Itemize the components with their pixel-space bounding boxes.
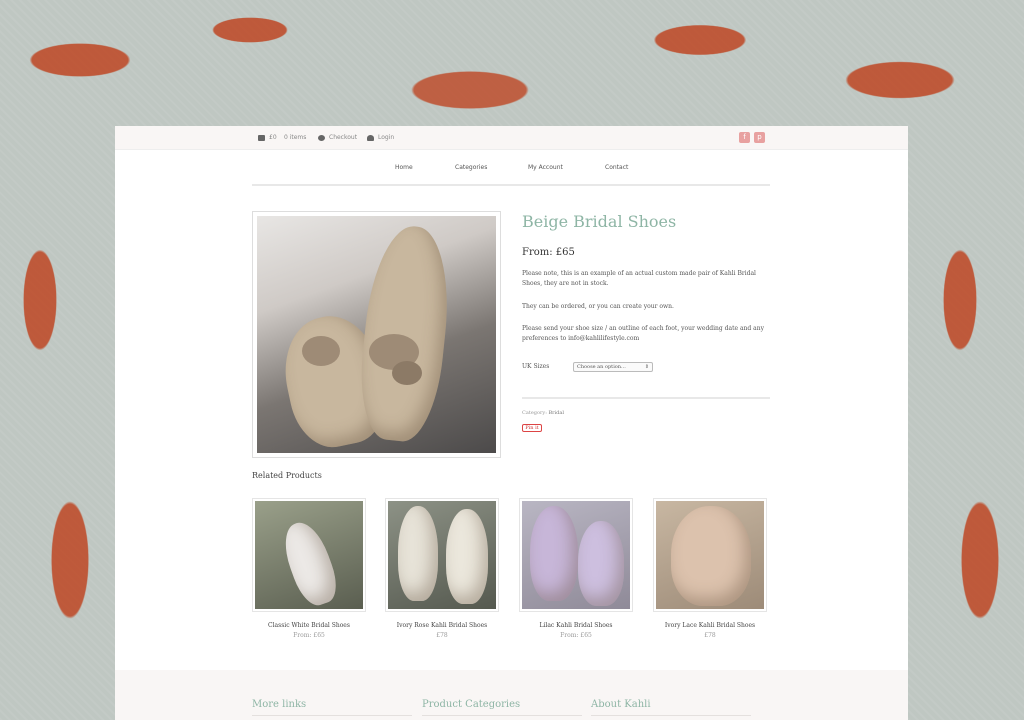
related-product-name[interactable]: Ivory Lace Kahli Bridal Shoes (653, 622, 767, 629)
nav-categories[interactable]: Categories (455, 164, 487, 171)
login-label: Login (378, 134, 395, 141)
product-price: From: £65 (522, 247, 575, 258)
nav-my-account[interactable]: My Account (528, 164, 563, 171)
related-product-name[interactable]: Lilac Kahli Bridal Shoes (519, 622, 633, 629)
page-container: £0 0 items Checkout Login f p Home Categ… (115, 126, 908, 720)
category-label: Category: (522, 410, 547, 416)
related-product-image[interactable] (653, 498, 767, 612)
pinterest-icon[interactable]: p (754, 132, 765, 143)
product-desc-2: They can be ordered, or you can create y… (522, 303, 674, 310)
meta-divider (522, 397, 770, 399)
checkout-link[interactable]: Checkout (318, 134, 357, 141)
related-product-image[interactable] (252, 498, 366, 612)
size-select-value: Choose an option... (577, 364, 626, 370)
user-icon (367, 134, 374, 141)
product-desc-3: Please send your shoe size / an outline … (522, 325, 764, 342)
size-select[interactable]: Choose an option... ⇕ (573, 362, 653, 372)
checkout-label: Checkout (329, 134, 358, 141)
related-product-image[interactable] (385, 498, 499, 612)
related-product-3[interactable]: Lilac Kahli Bridal Shoes From: £65 (519, 498, 633, 639)
footer: More links Product Categories About Kahl… (115, 670, 908, 720)
related-product-price: £78 (436, 632, 448, 639)
nav-divider (252, 184, 770, 186)
product-title: Beige Bridal Shoes (522, 212, 677, 231)
product-photo (257, 216, 496, 453)
facebook-icon[interactable]: f (739, 132, 750, 143)
category-meta: Category: Bridal (522, 410, 564, 416)
related-product-4[interactable]: Ivory Lace Kahli Bridal Shoes £78 (653, 498, 767, 639)
product-image[interactable] (252, 211, 501, 458)
footer-more-links: More links (252, 699, 307, 710)
related-product-price: £78 (704, 632, 716, 639)
chevron-down-icon: ⇕ (644, 364, 649, 370)
pin-it-button[interactable]: Pin it (522, 424, 542, 432)
footer-product-categories: Product Categories (422, 699, 521, 710)
related-products-title: Related Products (252, 471, 322, 480)
gear-icon (318, 134, 325, 141)
related-product-name[interactable]: Ivory Rose Kahli Bridal Shoes (385, 622, 499, 629)
related-product-price: From: £65 (560, 632, 592, 639)
main-nav: Home Categories My Account Contact (115, 164, 908, 186)
cart-items-link[interactable]: 0 items (284, 134, 306, 141)
cart-amount: £0 (269, 134, 277, 141)
nav-contact[interactable]: Contact (605, 164, 628, 171)
category-link[interactable]: Bridal (548, 410, 563, 416)
cart-link[interactable]: £0 (258, 134, 277, 141)
related-product-2[interactable]: Ivory Rose Kahli Bridal Shoes £78 (385, 498, 499, 639)
size-label: UK Sizes (522, 363, 550, 370)
cart-items: 0 items (284, 134, 307, 141)
cart-icon (258, 134, 265, 141)
top-bar: £0 0 items Checkout Login f p (115, 126, 908, 150)
nav-home[interactable]: Home (395, 164, 413, 171)
related-product-price: From: £65 (293, 632, 325, 639)
footer-about: About Kahli (591, 699, 651, 710)
product-desc-1: Please note, this is an example of an ac… (522, 270, 756, 287)
login-link[interactable]: Login (367, 134, 394, 141)
related-product-name[interactable]: Classic White Bridal Shoes (252, 622, 366, 629)
related-product-image[interactable] (519, 498, 633, 612)
related-product-1[interactable]: Classic White Bridal Shoes From: £65 (252, 498, 366, 639)
